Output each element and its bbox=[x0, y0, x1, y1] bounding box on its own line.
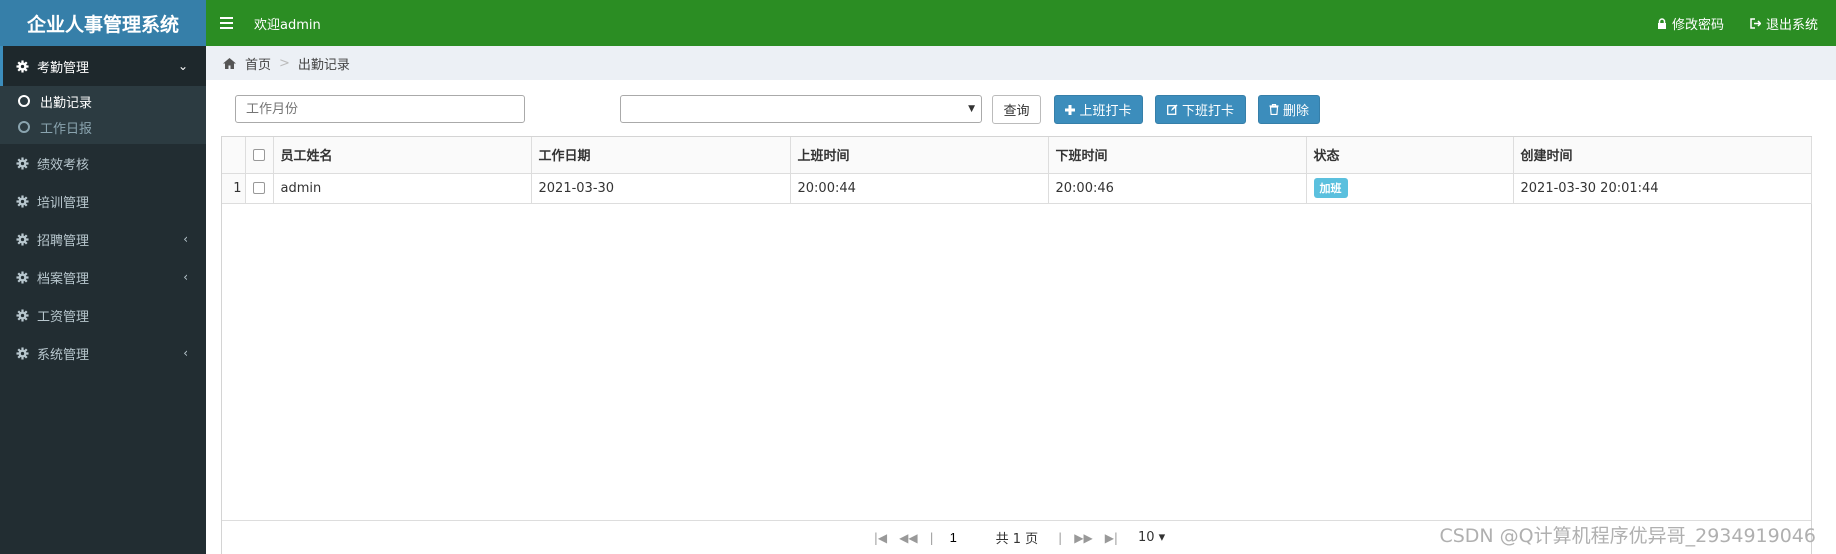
sidebar: 考勤管理 ⌄ 出勤记录 工作日报 绩效考核 培训管理 招聘管理 ‹ 档案管理 ‹… bbox=[0, 46, 206, 554]
attendance-table: 员工姓名 工作日期 上班时间 下班时间 状态 创建时间 1 admin 2021… bbox=[221, 136, 1812, 554]
cell-employee-name: admin bbox=[273, 173, 532, 204]
clock-out-label: 下班打卡 bbox=[1181, 104, 1234, 119]
cell-created-time: 2021-03-30 20:01:44 bbox=[1513, 173, 1812, 204]
sidebar-subitem-label: 工作日报 bbox=[40, 121, 93, 137]
edit-icon bbox=[1167, 104, 1178, 115]
select-all-checkbox[interactable] bbox=[252, 148, 265, 161]
first-page-icon[interactable]: |◀ bbox=[874, 531, 887, 545]
total-pages-text: 共 1 页 bbox=[995, 532, 1039, 547]
delete-button[interactable]: 删除 bbox=[1258, 95, 1320, 124]
watermark-text: CSDN @Q计算机程序优异哥_2934919046 bbox=[1439, 525, 1816, 547]
next-page-icon[interactable]: ▶▶ bbox=[1074, 531, 1092, 545]
row-number-header bbox=[222, 137, 246, 174]
cell-clock-in-time: 20:00:44 bbox=[790, 173, 1049, 204]
pager-divider: | bbox=[1058, 530, 1063, 545]
work-month-input[interactable] bbox=[235, 95, 525, 123]
delete-label: 删除 bbox=[1282, 104, 1309, 119]
breadcrumb-separator: > bbox=[279, 55, 290, 71]
status-badge: 加班 bbox=[1313, 178, 1348, 198]
sidebar-item-training[interactable]: 培训管理 bbox=[0, 182, 206, 220]
sign-out-icon bbox=[1750, 17, 1761, 29]
chevron-left-icon: ‹ bbox=[183, 232, 188, 246]
gear-icon bbox=[16, 308, 29, 322]
sidebar-subitem-daily-report[interactable]: 工作日报 bbox=[0, 114, 206, 140]
welcome-text: 欢迎admin bbox=[254, 17, 321, 33]
page-size-select[interactable]: 10 ▾ bbox=[1138, 530, 1165, 545]
logout-link[interactable]: 退出系统 bbox=[1750, 14, 1818, 33]
toolbar: ▼ 查询 上班打卡 下班打卡 删除 bbox=[206, 80, 1836, 136]
trash-icon bbox=[1269, 104, 1279, 115]
circle-icon bbox=[18, 121, 30, 133]
last-page-icon[interactable]: ▶| bbox=[1105, 531, 1118, 545]
column-header[interactable]: 创建时间 bbox=[1513, 137, 1812, 174]
lock-icon bbox=[1657, 17, 1666, 29]
clock-in-label: 上班打卡 bbox=[1079, 104, 1132, 119]
sidebar-item-label: 系统管理 bbox=[37, 347, 90, 363]
chevron-left-icon: ‹ bbox=[183, 346, 188, 360]
prev-page-icon[interactable]: ◀◀ bbox=[899, 531, 917, 545]
pager-divider: | bbox=[929, 530, 934, 545]
sidebar-item-label: 绩效考核 bbox=[37, 157, 90, 173]
attendance-submenu: 出勤记录 工作日报 bbox=[0, 86, 206, 144]
change-password-link[interactable]: 修改密码 bbox=[1657, 14, 1724, 33]
breadcrumb-home[interactable]: 首页 bbox=[245, 54, 271, 73]
select-all-cell bbox=[245, 137, 274, 174]
row-number: 1 bbox=[222, 173, 246, 204]
query-button-label: 查询 bbox=[1003, 104, 1030, 119]
table-row[interactable]: 1 admin 2021-03-30 20:00:44 20:00:46 加班 … bbox=[222, 173, 1812, 204]
sidebar-item-performance[interactable]: 绩效考核 bbox=[0, 144, 206, 182]
cell-work-date: 2021-03-30 bbox=[531, 173, 791, 204]
column-header[interactable]: 状态 bbox=[1306, 137, 1514, 174]
table-header-row: 员工姓名 工作日期 上班时间 下班时间 状态 创建时间 bbox=[222, 137, 1812, 174]
column-header[interactable]: 员工姓名 bbox=[273, 137, 532, 174]
chevron-left-icon: ‹ bbox=[183, 270, 188, 284]
sidebar-subitem-attendance-records[interactable]: 出勤记录 bbox=[0, 88, 206, 114]
sidebar-item-label: 档案管理 bbox=[37, 271, 90, 287]
sidebar-item-recruitment[interactable]: 招聘管理 ‹ bbox=[0, 220, 206, 258]
gear-icon bbox=[16, 346, 29, 360]
column-header[interactable]: 工作日期 bbox=[531, 137, 791, 174]
home-icon[interactable] bbox=[222, 57, 237, 70]
circle-icon bbox=[18, 95, 30, 107]
menu-toggle-icon[interactable] bbox=[220, 17, 240, 29]
breadcrumb: 首页 > 出勤记录 bbox=[206, 46, 1836, 80]
clock-out-button[interactable]: 下班打卡 bbox=[1155, 95, 1246, 124]
sidebar-item-attendance[interactable]: 考勤管理 ⌄ bbox=[0, 46, 206, 86]
query-button[interactable]: 查询 bbox=[992, 95, 1041, 124]
cell-clock-out-time: 20:00:46 bbox=[1048, 173, 1307, 204]
column-header[interactable]: 上班时间 bbox=[790, 137, 1049, 174]
app-logo-title: 企业人事管理系统 bbox=[0, 0, 206, 46]
top-navbar: 欢迎admin 修改密码 退出系统 bbox=[206, 0, 1836, 46]
gear-icon bbox=[16, 270, 29, 284]
status-select[interactable]: ▼ bbox=[620, 95, 982, 123]
chevron-down-icon: ⌄ bbox=[177, 59, 188, 73]
gear-icon bbox=[16, 59, 29, 73]
sidebar-item-system[interactable]: 系统管理 ‹ bbox=[0, 334, 206, 372]
change-password-label: 修改密码 bbox=[1671, 17, 1724, 33]
sidebar-item-label: 考勤管理 bbox=[37, 60, 90, 76]
sidebar-item-salary[interactable]: 工资管理 bbox=[0, 296, 206, 334]
sidebar-item-archives[interactable]: 档案管理 ‹ bbox=[0, 258, 206, 296]
row-checkbox[interactable] bbox=[252, 182, 265, 194]
gear-icon bbox=[16, 194, 29, 208]
row-select-cell bbox=[245, 173, 274, 204]
logout-label: 退出系统 bbox=[1765, 17, 1818, 33]
cell-status: 加班 bbox=[1306, 173, 1514, 204]
clock-in-button[interactable]: 上班打卡 bbox=[1054, 95, 1143, 124]
column-header[interactable]: 下班时间 bbox=[1048, 137, 1307, 174]
breadcrumb-current: 出勤记录 bbox=[297, 57, 350, 73]
gear-icon bbox=[16, 156, 29, 170]
sidebar-item-label: 培训管理 bbox=[37, 195, 90, 211]
sidebar-item-label: 招聘管理 bbox=[37, 233, 90, 249]
sidebar-item-label: 工资管理 bbox=[37, 309, 90, 325]
plus-icon bbox=[1065, 104, 1076, 115]
sidebar-subitem-label: 出勤记录 bbox=[40, 95, 93, 111]
page-number-input[interactable] bbox=[943, 526, 992, 549]
gear-icon bbox=[16, 232, 29, 246]
caret-down-icon: ▼ bbox=[968, 104, 975, 114]
